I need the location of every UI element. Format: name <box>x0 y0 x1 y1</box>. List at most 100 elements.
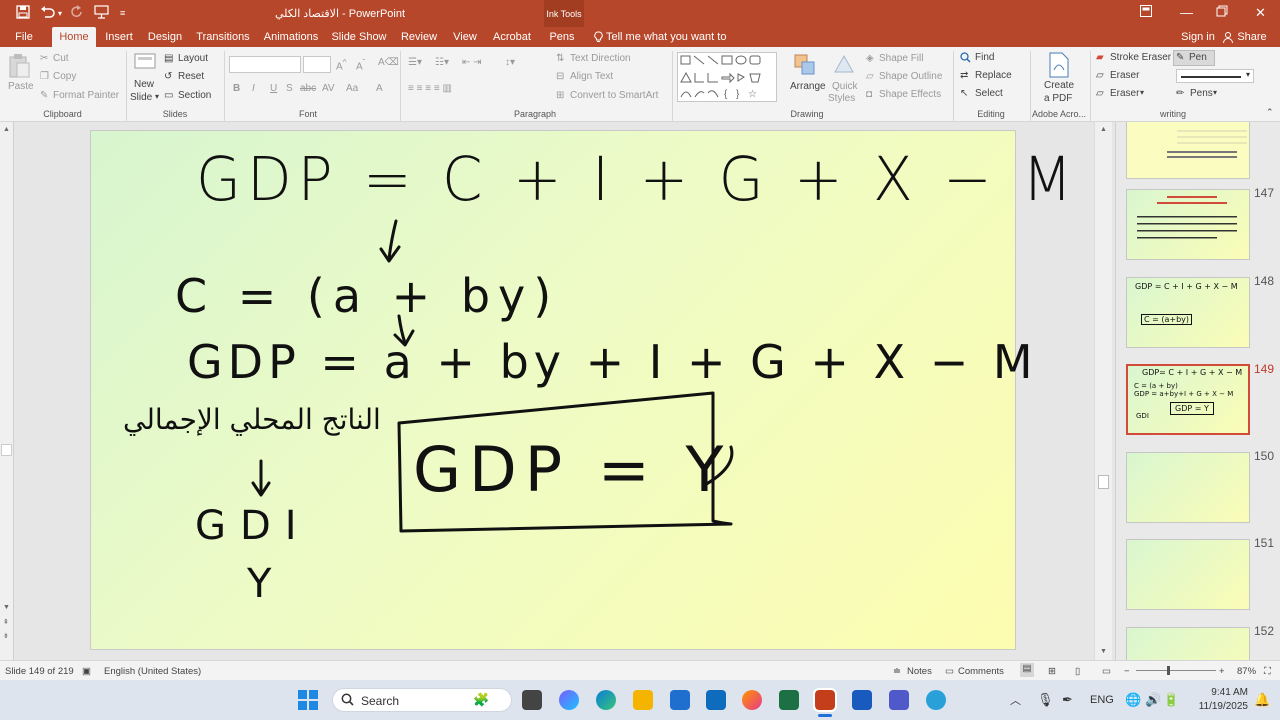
font-color-button[interactable]: A <box>376 83 383 94</box>
new-slide-label-2[interactable]: Slide <box>130 92 152 103</box>
language-indicator[interactable]: ENG <box>1090 694 1114 706</box>
normal-view-icon[interactable]: ▤ <box>1020 663 1034 677</box>
shape-outline-button[interactable]: Shape Outline <box>879 71 942 82</box>
slideshow-icon[interactable]: ▭ <box>1102 666 1111 677</box>
line-spacing-icon[interactable]: ↕▾ <box>505 57 515 68</box>
shadow-button[interactable]: S <box>286 83 293 94</box>
slide-sorter-icon[interactable]: ⊞ <box>1048 666 1056 677</box>
word-icon[interactable] <box>852 690 872 710</box>
clock-time[interactable]: 9:41 AM <box>1192 687 1248 698</box>
scroll-down-icon[interactable]: ▼ <box>1100 648 1107 655</box>
scroll-thumb[interactable] <box>1 444 12 456</box>
tab-transitions[interactable]: Transitions <box>195 27 251 47</box>
reset-button[interactable]: Reset <box>178 71 204 82</box>
language-indicator[interactable]: English (United States) <box>104 666 201 677</box>
indent-icons[interactable]: ⇤ ⇥ <box>462 57 482 68</box>
strikethrough-button[interactable]: abc <box>300 83 316 94</box>
outlook-icon[interactable] <box>706 690 726 710</box>
tab-slide-show[interactable]: Slide Show <box>330 27 388 47</box>
file-explorer-icon[interactable] <box>633 690 653 710</box>
left-scroll-strip[interactable]: ▲ ▼ ⇞ ⇟ <box>0 122 14 660</box>
italic-button[interactable]: I <box>252 83 255 94</box>
prev-slide-icon[interactable]: ⇞ <box>3 618 9 626</box>
tab-view[interactable]: View <box>450 27 480 47</box>
shape-fill-button[interactable]: Shape Fill <box>879 53 923 64</box>
quick-styles-label-2[interactable]: Styles <box>828 93 855 104</box>
tab-pens[interactable]: Pens <box>546 27 578 47</box>
spellcheck-icon[interactable]: ▣ <box>82 666 91 677</box>
copy-button[interactable]: Copy <box>53 71 76 82</box>
zoom-level[interactable]: 87% <box>1237 666 1256 677</box>
scroll-up-icon[interactable]: ▲ <box>1100 126 1107 133</box>
quick-styles-label-1[interactable]: Quick <box>832 81 858 92</box>
replace-button[interactable]: Replace <box>975 70 1012 81</box>
tab-insert[interactable]: Insert <box>102 27 136 47</box>
cut-button[interactable]: Cut <box>53 53 69 64</box>
paste-icon[interactable] <box>8 53 30 82</box>
slide-thumbnail[interactable]: GDP = C + I + G + X − M C = (a+by) <box>1126 277 1250 348</box>
scroll-thumb[interactable] <box>1098 475 1109 489</box>
task-view-icon[interactable] <box>522 690 542 710</box>
text-direction-button[interactable]: Text Direction <box>570 53 631 64</box>
tab-animations[interactable]: Animations <box>262 27 320 47</box>
zoom-slider-track[interactable] <box>1136 670 1216 671</box>
edge-icon[interactable] <box>596 690 616 710</box>
tray-overflow-icon[interactable]: ︿ <box>1010 692 1021 708</box>
slide-thumbnail[interactable] <box>1126 122 1250 179</box>
slide-thumbnail-active[interactable]: GDP= C + I + G + X − M C = (a + by) GDP … <box>1126 364 1250 435</box>
shapes-gallery[interactable]: {} ☆ <box>677 52 777 102</box>
slide-canvas[interactable]: GDP = C + I + G + X − M C = (a + by) GDP… <box>90 130 1072 650</box>
tab-acrobat[interactable]: Acrobat <box>490 27 534 47</box>
font-size-box[interactable] <box>303 56 331 73</box>
tab-review[interactable]: Review <box>398 27 440 47</box>
arrange-button[interactable]: Arrange <box>790 81 826 92</box>
convert-smartart-button[interactable]: Convert to SmartArt <box>570 90 658 101</box>
new-slide-label-1[interactable]: New <box>134 79 154 90</box>
notes-button[interactable]: Notes <box>907 666 932 677</box>
layout-button[interactable]: Layout <box>178 53 208 64</box>
bold-button[interactable]: B <box>233 83 240 94</box>
pen-thickness-select[interactable]: ▾ <box>1176 69 1254 83</box>
slide-thumbnail[interactable] <box>1126 452 1250 523</box>
powerpoint-icon[interactable] <box>813 688 837 712</box>
section-button[interactable]: Section <box>178 90 211 101</box>
vertical-scrollbar[interactable]: ▲ ▼ <box>1094 122 1112 660</box>
stroke-eraser-button[interactable]: Stroke Eraser <box>1110 52 1171 63</box>
comments-button[interactable]: Comments <box>958 666 1004 677</box>
underline-button[interactable]: U <box>270 83 277 94</box>
scroll-up-icon[interactable]: ▲ <box>3 126 10 133</box>
clock-date[interactable]: 11/19/2025 <box>1184 701 1248 712</box>
zoom-out-icon[interactable]: − <box>1124 666 1130 677</box>
scroll-down-icon[interactable]: ▼ <box>3 604 10 611</box>
create-pdf-label-1[interactable]: Create <box>1044 80 1074 91</box>
slide-thumbnail[interactable] <box>1126 627 1250 660</box>
collapse-ribbon-icon[interactable]: ⌃ <box>1266 107 1274 118</box>
slide-thumbnail[interactable] <box>1126 189 1250 260</box>
fit-to-window-icon[interactable]: ⛶ <box>1264 666 1271 677</box>
create-pdf-label-2[interactable]: a PDF <box>1044 93 1072 104</box>
grow-font-icon[interactable]: A^ <box>336 57 347 72</box>
maximize-icon[interactable] <box>1216 5 1228 20</box>
pen-button[interactable]: Pen <box>1189 52 1207 63</box>
select-button[interactable]: Select <box>975 88 1003 99</box>
zoom-slider-thumb[interactable] <box>1167 666 1170 675</box>
battery-icon[interactable]: 🔋 <box>1163 692 1179 708</box>
notifications-icon[interactable]: 🔔 <box>1254 692 1270 708</box>
close-icon[interactable]: ✕ <box>1255 5 1266 21</box>
meet-icon[interactable] <box>926 690 946 710</box>
format-painter-button[interactable]: Format Painter <box>53 90 119 101</box>
taskbar-search[interactable]: Search 🧩 <box>332 688 512 712</box>
create-pdf-icon[interactable] <box>1048 52 1070 81</box>
next-slide-icon[interactable]: ⇟ <box>3 632 9 640</box>
network-icon[interactable]: 🌐 <box>1125 692 1141 708</box>
store-icon[interactable] <box>670 690 690 710</box>
tell-me-search[interactable]: Tell me what you want to do... <box>606 27 746 63</box>
pen-tray-icon[interactable]: ✒ <box>1062 692 1073 708</box>
shape-effects-button[interactable]: Shape Effects <box>879 89 941 100</box>
shrink-font-icon[interactable]: Aˇ <box>356 57 365 72</box>
paste-button[interactable]: Paste <box>8 81 34 92</box>
arrange-icon[interactable] <box>793 53 817 80</box>
teams-icon[interactable] <box>889 690 909 710</box>
sign-in-link[interactable]: Sign in <box>1178 27 1218 47</box>
firefox-icon[interactable] <box>742 690 762 710</box>
